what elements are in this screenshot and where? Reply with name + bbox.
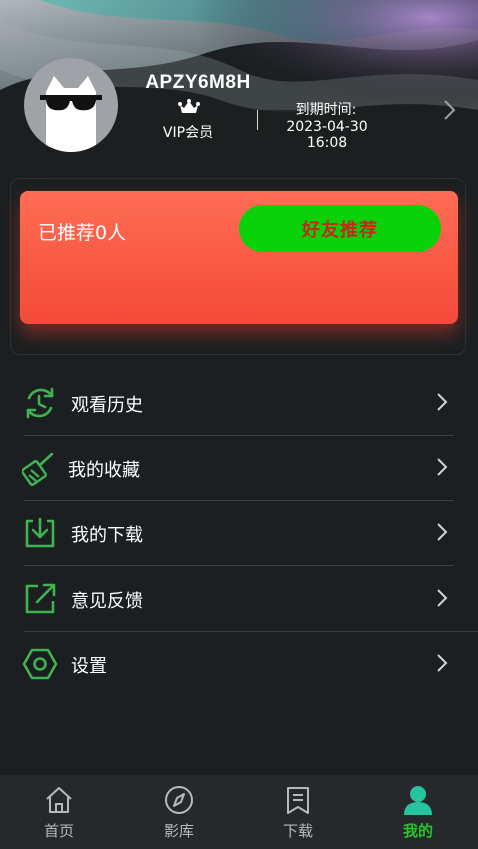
- referral-count: 已推荐0人: [38, 222, 127, 244]
- chevron-right-icon: [437, 523, 448, 541]
- bookmark-icon: [287, 787, 309, 814]
- tab-label: 我的: [402, 822, 433, 840]
- tab-label: 首页: [43, 822, 74, 840]
- tab-mine[interactable]: 我的: [378, 775, 458, 849]
- menu-item-history[interactable]: 观看历史: [0, 370, 478, 435]
- chevron-right-icon: [437, 458, 448, 476]
- favorites-icon: [22, 452, 54, 486]
- compass-icon: [165, 786, 193, 814]
- menu-item-feedback[interactable]: 意见反馈: [0, 566, 478, 631]
- username: APZY6M8H: [145, 72, 251, 93]
- crown-icon: [178, 99, 200, 113]
- menu-item-label: 我的收藏: [68, 460, 140, 481]
- menu-item-label: 设置: [71, 656, 107, 677]
- menu-item-label: 意见反馈: [71, 591, 143, 612]
- tab-label: 影库: [163, 822, 194, 840]
- tab-home[interactable]: 首页: [19, 775, 99, 849]
- tab-label: 下载: [282, 822, 313, 840]
- menu-item-label: 我的下载: [71, 525, 143, 546]
- membership-label: VIP会员: [162, 125, 214, 141]
- cat-sunglasses-avatar-icon: [40, 76, 102, 152]
- user-icon: [404, 786, 432, 815]
- menu-item-settings[interactable]: 设置: [0, 631, 478, 696]
- menu-item-favorites[interactable]: 我的收藏: [0, 435, 478, 500]
- settings-icon: [22, 648, 58, 680]
- menu-item-downloads[interactable]: 我的下载: [0, 500, 478, 565]
- chevron-right-icon: [437, 654, 448, 672]
- tab-download[interactable]: 下载: [258, 775, 338, 849]
- profile-header: APZY6M8H VIP会员 到期时间: 2023-04-30 16:08: [0, 0, 478, 175]
- header-divider: [257, 110, 258, 130]
- history-icon: [26, 387, 54, 419]
- menu-item-label: 观看历史: [71, 395, 143, 416]
- friend-referral-button[interactable]: 好友推荐: [239, 205, 441, 252]
- chevron-right-icon: [437, 589, 448, 607]
- tab-library[interactable]: 影库: [139, 775, 219, 849]
- bottom-tab-bar: 首页 影库 下载 我的: [0, 775, 478, 849]
- chevron-right-icon[interactable]: [440, 98, 458, 122]
- home-icon: [46, 787, 72, 813]
- expire-value: 2023-04-30 16:08: [286, 119, 368, 151]
- expire-label: 到期时间:: [295, 102, 357, 118]
- chevron-right-icon: [437, 393, 448, 411]
- download-icon: [25, 517, 55, 548]
- avatar[interactable]: [24, 58, 118, 152]
- feedback-icon: [25, 583, 56, 614]
